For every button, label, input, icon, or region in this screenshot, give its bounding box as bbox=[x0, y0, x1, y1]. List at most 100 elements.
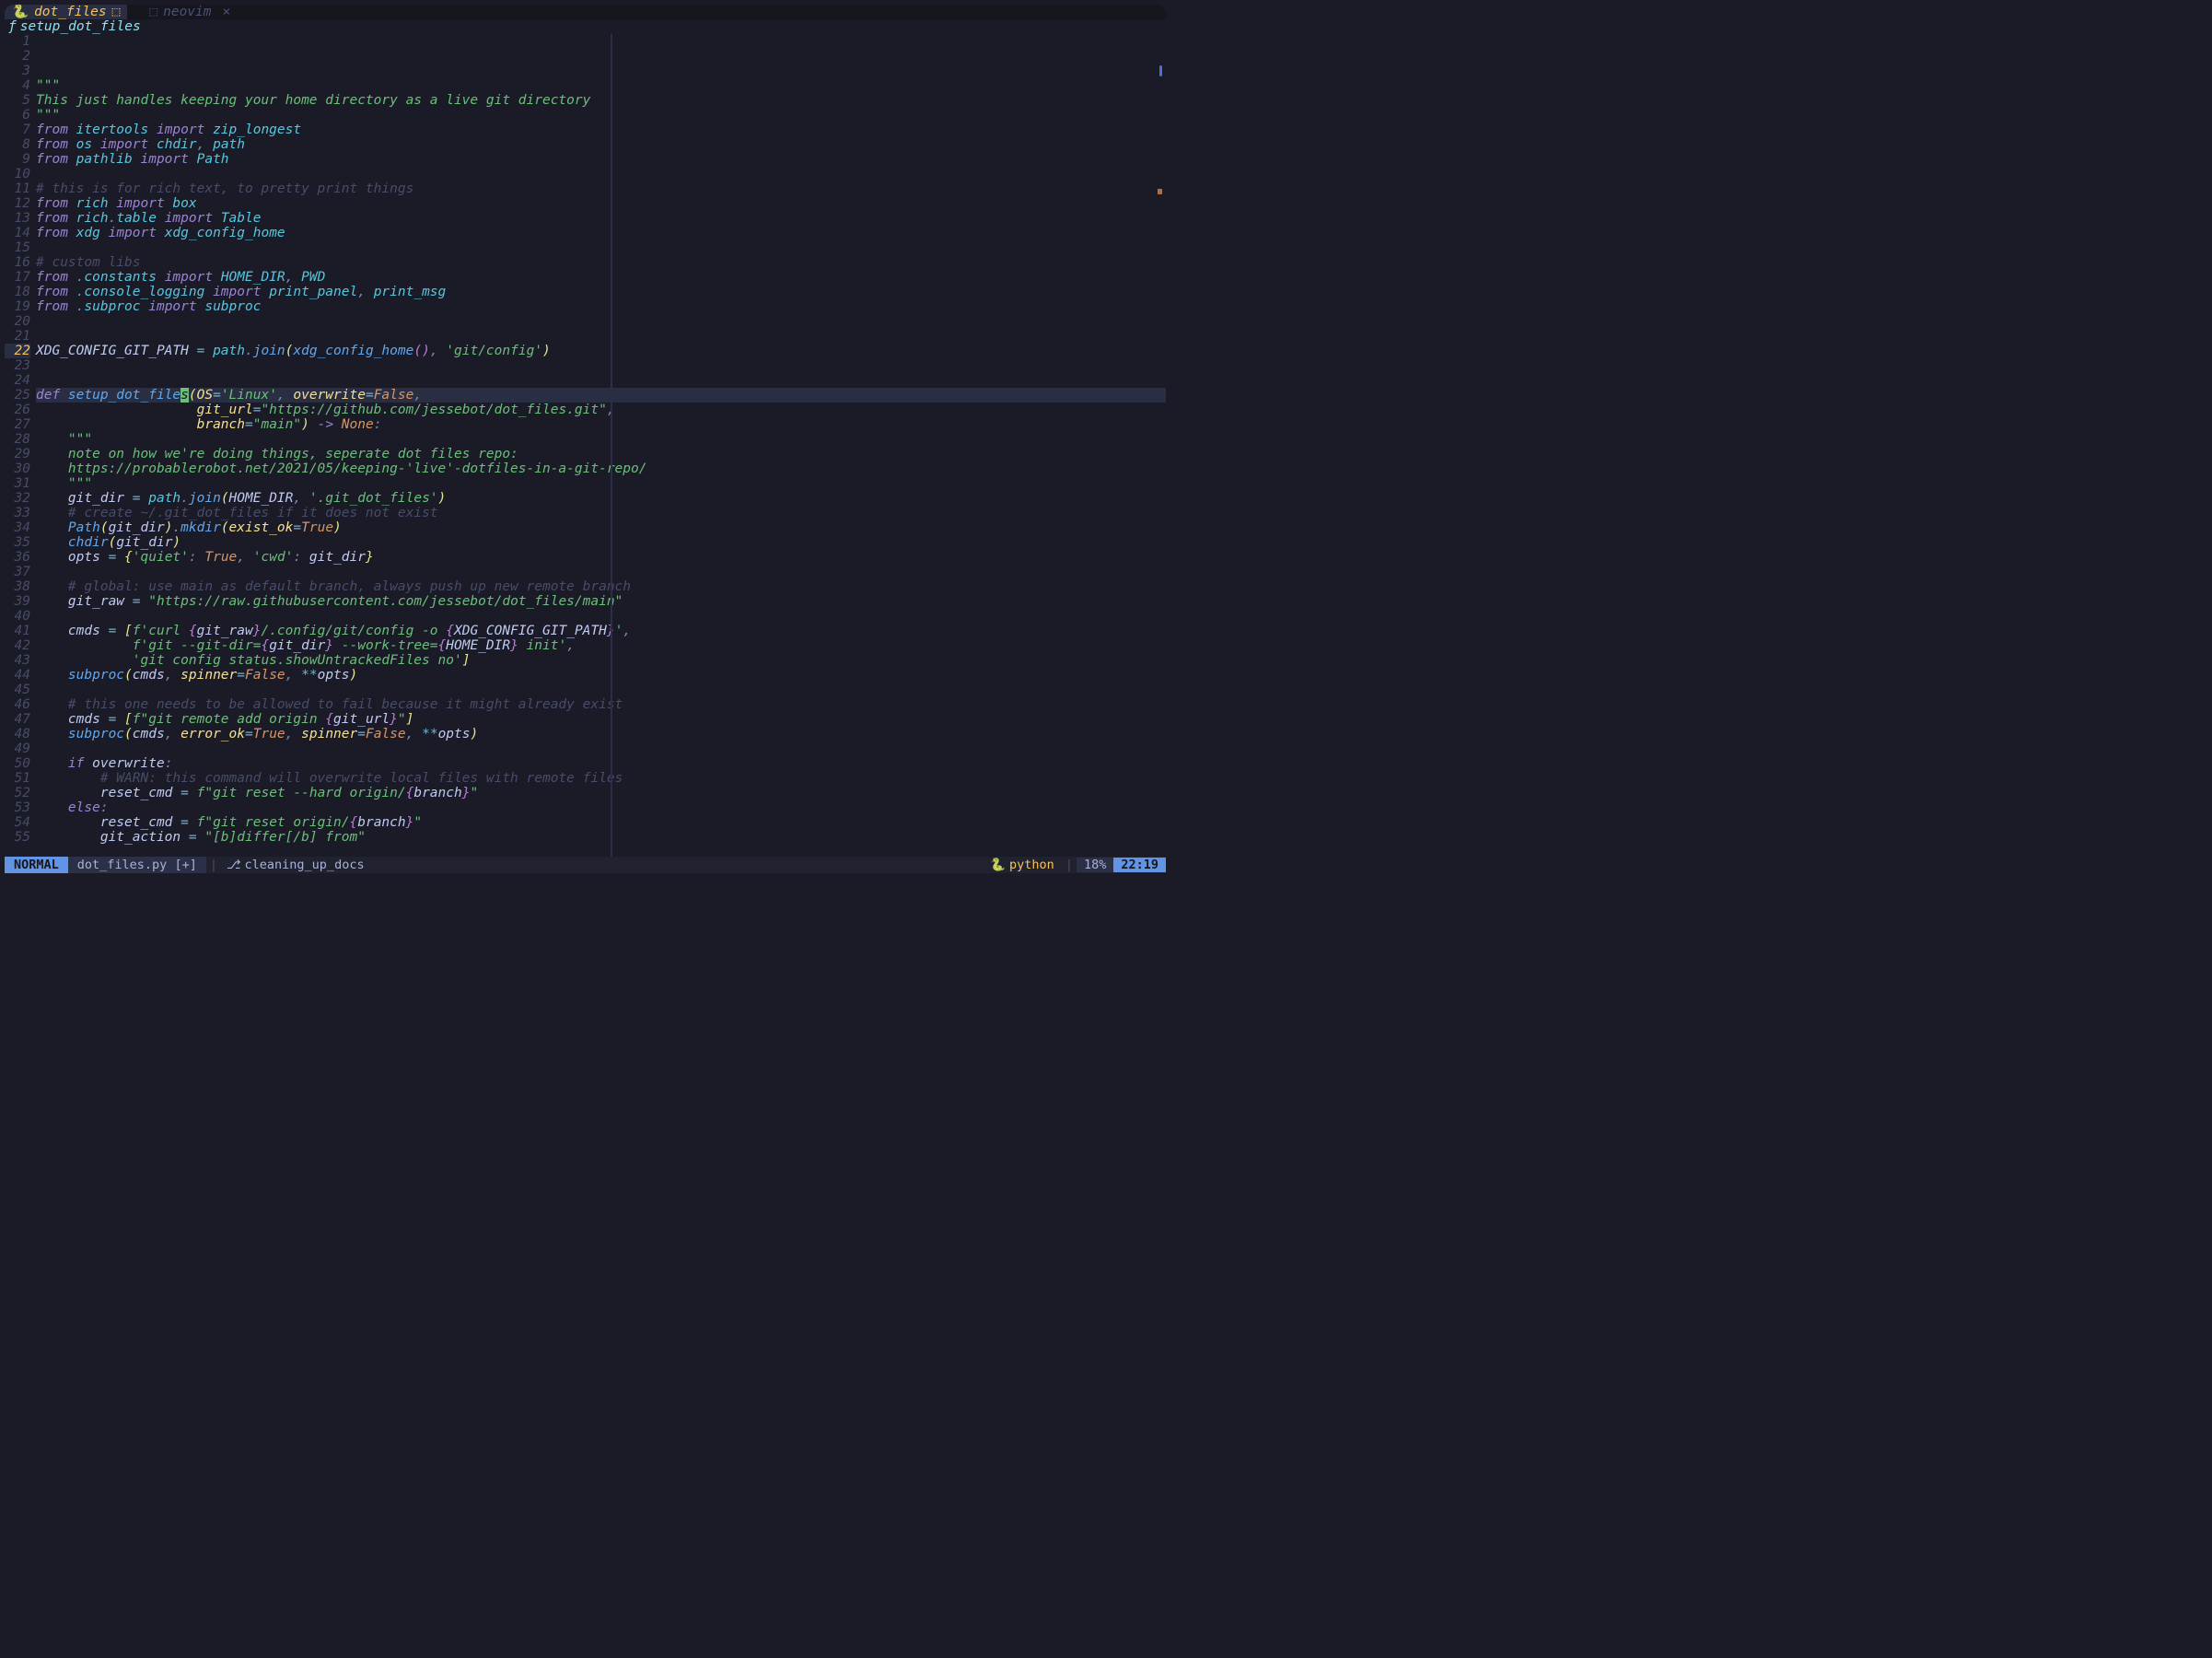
code-line[interactable]: from .subproc import subproc bbox=[36, 299, 1166, 314]
line-number: 17 bbox=[5, 270, 30, 285]
scrollbar-mark bbox=[1158, 189, 1162, 194]
line-number: 52 bbox=[5, 786, 30, 800]
code-line[interactable]: # this one needs to be allowed to fail b… bbox=[36, 697, 1166, 712]
code-line[interactable] bbox=[36, 314, 1166, 329]
code-line[interactable]: chdir(git_dir) bbox=[36, 535, 1166, 550]
code-line[interactable]: # WARN: this command will overwrite loca… bbox=[36, 771, 1166, 786]
code-line[interactable] bbox=[36, 609, 1166, 624]
code-line[interactable]: from rich.table import Table bbox=[36, 211, 1166, 226]
code-line[interactable]: git_dir = path.join(HOME_DIR, '.git_dot_… bbox=[36, 491, 1166, 506]
tabline: 🐍 dot_files ⬚ ⬚ neovim × bbox=[5, 5, 1166, 19]
line-number: 24 bbox=[5, 373, 30, 388]
code-line[interactable]: cmds = [f"git remote add origin {git_url… bbox=[36, 712, 1166, 727]
code-line[interactable] bbox=[36, 373, 1166, 388]
line-number: 50 bbox=[5, 756, 30, 771]
scrollbar-thumb[interactable] bbox=[1159, 65, 1162, 76]
line-number: 4 bbox=[5, 78, 30, 93]
line-number: 44 bbox=[5, 668, 30, 683]
tab-label: neovim bbox=[163, 5, 211, 19]
branch-name: cleaning_up_docs bbox=[245, 858, 365, 872]
line-number: 40 bbox=[5, 609, 30, 624]
code-line[interactable]: from itertools import zip_longest bbox=[36, 123, 1166, 137]
line-number: 14 bbox=[5, 226, 30, 240]
code-line[interactable] bbox=[36, 329, 1166, 344]
code-line[interactable]: subproc(cmds, error_ok=True, spinner=Fal… bbox=[36, 727, 1166, 741]
line-number: 53 bbox=[5, 800, 30, 815]
line-number: 23 bbox=[5, 358, 30, 373]
line-number: 28 bbox=[5, 432, 30, 447]
line-number: 19 bbox=[5, 299, 30, 314]
line-number: 42 bbox=[5, 638, 30, 653]
code-line[interactable]: git_raw = "https://raw.githubusercontent… bbox=[36, 594, 1166, 609]
line-number: 13 bbox=[5, 211, 30, 226]
code-line[interactable]: from .console_logging import print_panel… bbox=[36, 285, 1166, 299]
code-line[interactable]: reset_cmd = f"git reset --hard origin/{b… bbox=[36, 786, 1166, 800]
code-line[interactable]: This just handles keeping your home dire… bbox=[36, 93, 1166, 108]
line-number: 7 bbox=[5, 123, 30, 137]
code-line[interactable]: cmds = [f'curl {git_raw}/.config/git/con… bbox=[36, 624, 1166, 638]
line-number: 10 bbox=[5, 167, 30, 181]
code-line[interactable]: """ bbox=[36, 476, 1166, 491]
column-guide bbox=[611, 34, 612, 857]
code-line[interactable] bbox=[36, 167, 1166, 181]
file-name: dot_files.py [+] bbox=[68, 857, 206, 873]
code-line[interactable]: """ bbox=[36, 108, 1166, 123]
function-icon: ƒ bbox=[8, 19, 17, 34]
code-line[interactable]: from rich import box bbox=[36, 196, 1166, 211]
code-line[interactable] bbox=[36, 565, 1166, 579]
code-line[interactable] bbox=[36, 240, 1166, 255]
tab-inactive[interactable]: ⬚ neovim × bbox=[142, 5, 238, 19]
line-number-gutter: 1234567891011121314151617181920212223242… bbox=[5, 34, 36, 857]
scroll-percent: 18% bbox=[1077, 858, 1113, 872]
code-line[interactable]: branch="main") -> None: bbox=[36, 417, 1166, 432]
line-number: 47 bbox=[5, 712, 30, 727]
tab-active[interactable]: 🐍 dot_files ⬚ bbox=[5, 5, 127, 19]
code-line[interactable]: from pathlib import Path bbox=[36, 152, 1166, 167]
line-number: 45 bbox=[5, 683, 30, 697]
line-number: 38 bbox=[5, 579, 30, 594]
line-number: 39 bbox=[5, 594, 30, 609]
code-line[interactable] bbox=[36, 741, 1166, 756]
filetype: 🐍 python bbox=[983, 858, 1062, 872]
code-line[interactable]: git_action = "[b]differ[/b] from" bbox=[36, 830, 1166, 845]
code-line[interactable]: else: bbox=[36, 800, 1166, 815]
code-line[interactable]: """ bbox=[36, 78, 1166, 93]
code-line[interactable]: XDG_CONFIG_GIT_PATH = path.join(xdg_conf… bbox=[36, 344, 1166, 358]
line-number: 51 bbox=[5, 771, 30, 786]
line-number: 16 bbox=[5, 255, 30, 270]
code-line[interactable]: subproc(cmds, spinner=False, **opts) bbox=[36, 668, 1166, 683]
code-line[interactable]: # this is for rich text, to pretty print… bbox=[36, 181, 1166, 196]
code-line[interactable]: if overwrite: bbox=[36, 756, 1166, 771]
line-number: 2 bbox=[5, 49, 30, 64]
code-area[interactable]: """This just handles keeping your home d… bbox=[36, 34, 1166, 857]
code-line[interactable]: 'git config status.showUntrackedFiles no… bbox=[36, 653, 1166, 668]
line-number: 22 bbox=[5, 344, 30, 358]
line-number: 30 bbox=[5, 461, 30, 476]
line-number: 1 bbox=[5, 34, 30, 49]
code-line[interactable]: # create ~/.git_dot_files if it does not… bbox=[36, 506, 1166, 520]
code-line[interactable]: https://probablerobot.net/2021/05/keepin… bbox=[36, 461, 1166, 476]
line-number: 12 bbox=[5, 196, 30, 211]
code-line[interactable]: """ bbox=[36, 432, 1166, 447]
line-number: 37 bbox=[5, 565, 30, 579]
code-line[interactable]: reset_cmd = f"git reset origin/{branch}" bbox=[36, 815, 1166, 830]
line-number: 18 bbox=[5, 285, 30, 299]
line-number: 15 bbox=[5, 240, 30, 255]
code-line[interactable]: f'git --git-dir={git_dir} --work-tree={H… bbox=[36, 638, 1166, 653]
cursor: s bbox=[180, 388, 189, 403]
code-line[interactable]: Path(git_dir).mkdir(exist_ok=True) bbox=[36, 520, 1166, 535]
editor[interactable]: 1234567891011121314151617181920212223242… bbox=[5, 34, 1166, 857]
code-line[interactable]: from os import chdir, path bbox=[36, 137, 1166, 152]
code-line[interactable]: # global: use main as default branch, al… bbox=[36, 579, 1166, 594]
code-line[interactable]: note on how we're doing things, seperate… bbox=[36, 447, 1166, 461]
code-line[interactable]: opts = {'quiet': True, 'cwd': git_dir} bbox=[36, 550, 1166, 565]
code-line[interactable]: from xdg import xdg_config_home bbox=[36, 226, 1166, 240]
code-line[interactable] bbox=[36, 358, 1166, 373]
tab-close-icon[interactable]: × bbox=[223, 5, 231, 19]
code-line[interactable]: from .constants import HOME_DIR, PWD bbox=[36, 270, 1166, 285]
code-line[interactable]: git_url="https://github.com/jessebot/dot… bbox=[36, 403, 1166, 417]
code-line[interactable]: # custom libs bbox=[36, 255, 1166, 270]
code-line[interactable]: def setup_dot_files(OS='Linux', overwrit… bbox=[36, 388, 1166, 403]
code-line[interactable] bbox=[36, 683, 1166, 697]
filetype-label: python bbox=[1009, 858, 1054, 872]
